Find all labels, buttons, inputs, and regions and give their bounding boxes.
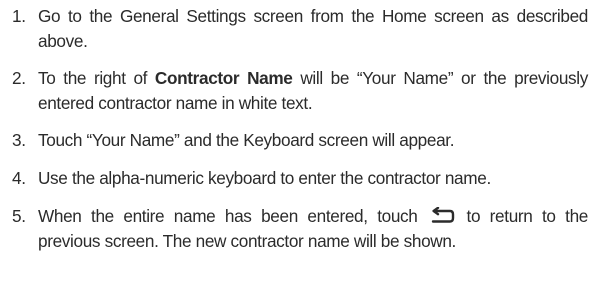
step-number: 5. — [12, 206, 26, 226]
step-number: 3. — [12, 130, 26, 150]
step-number: 1. — [12, 6, 26, 26]
step-number: 4. — [12, 168, 26, 188]
contractor-name-label: Contractor Name — [154, 68, 293, 88]
step-number: 2. — [12, 68, 26, 88]
step-text: Touch “Your Name” and the Keyboard scree… — [38, 130, 455, 150]
step-text: To the right of Contractor Name will be … — [38, 66, 588, 115]
step-text: Go to the General Settings screen from t… — [38, 6, 588, 51]
step-text: When the entire name has been entered, t… — [38, 204, 588, 253]
instruction-steps: 1. Go to the General Settings screen fro… — [0, 0, 594, 295]
step-text-before: When the entire name has been entered, t… — [38, 206, 428, 226]
step-text-before: To the right of — [38, 68, 155, 88]
step-text: Use the alpha-numeric keyboard to enter … — [38, 168, 491, 188]
back-arrow-icon — [431, 207, 455, 223]
